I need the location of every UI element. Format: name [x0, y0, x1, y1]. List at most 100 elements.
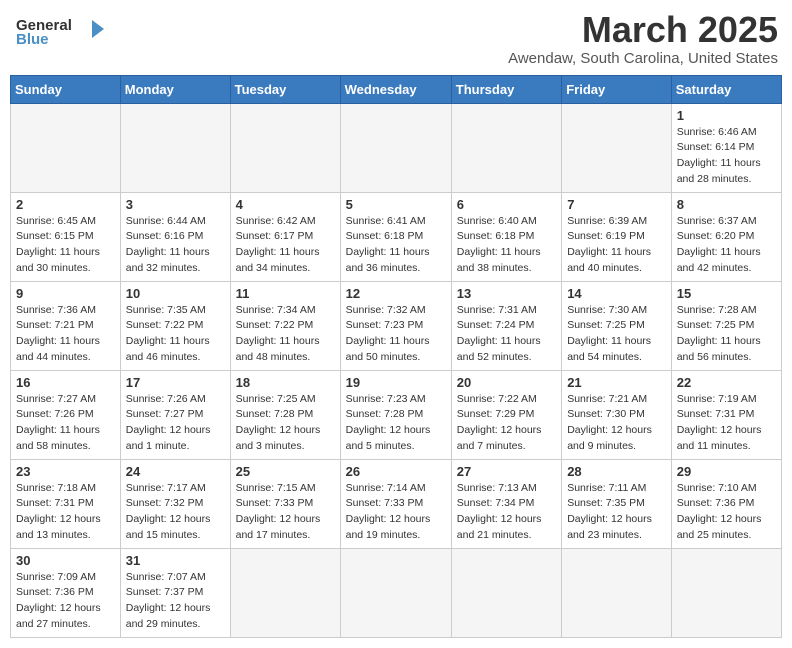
- day-info: Sunrise: 7:25 AMSunset: 7:28 PMDaylight:…: [236, 392, 335, 455]
- weekday-header-monday: Monday: [120, 75, 230, 103]
- day-info: Sunrise: 7:13 AMSunset: 7:34 PMDaylight:…: [457, 481, 556, 544]
- calendar-cell: 13Sunrise: 7:31 AMSunset: 7:24 PMDayligh…: [451, 281, 561, 370]
- day-number: 29: [677, 464, 776, 479]
- calendar-cell: 6Sunrise: 6:40 AMSunset: 6:18 PMDaylight…: [451, 192, 561, 281]
- calendar-cell: [340, 103, 451, 192]
- day-number: 5: [346, 197, 446, 212]
- day-info: Sunrise: 7:26 AMSunset: 7:27 PMDaylight:…: [126, 392, 225, 455]
- calendar-cell: [451, 103, 561, 192]
- day-info: Sunrise: 7:28 AMSunset: 7:25 PMDaylight:…: [677, 303, 776, 366]
- weekday-header-tuesday: Tuesday: [230, 75, 340, 103]
- logo: General Blue: [14, 10, 104, 48]
- calendar-cell: [230, 103, 340, 192]
- weekday-header-wednesday: Wednesday: [340, 75, 451, 103]
- day-info: Sunrise: 7:17 AMSunset: 7:32 PMDaylight:…: [126, 481, 225, 544]
- calendar-cell: 16Sunrise: 7:27 AMSunset: 7:26 PMDayligh…: [11, 370, 121, 459]
- day-number: 24: [126, 464, 225, 479]
- calendar-week-row: 2Sunrise: 6:45 AMSunset: 6:15 PMDaylight…: [11, 192, 782, 281]
- day-number: 11: [236, 286, 335, 301]
- calendar-week-row: 30 Sunrise: 7:09 AMSunset: 7:36 PMDayligh…: [11, 548, 782, 637]
- title-block: March 2025 Awendaw, South Carolina, Unit…: [508, 10, 778, 67]
- calendar-cell: 20 Sunrise: 7:22 AMSunset: 7:29 PMDayligh…: [451, 370, 561, 459]
- day-number: 26: [346, 464, 446, 479]
- location-title: Awendaw, South Carolina, United States: [508, 50, 778, 67]
- calendar-cell: 7Sunrise: 6:39 AMSunset: 6:19 PMDaylight…: [562, 192, 672, 281]
- calendar-cell: [120, 103, 230, 192]
- day-info: Sunrise: 7:30 AMSunset: 7:25 PMDaylight:…: [567, 303, 666, 366]
- day-info: Sunrise: 6:42 AMSunset: 6:17 PMDaylight:…: [236, 214, 335, 277]
- day-number: 4: [236, 197, 335, 212]
- weekday-header-thursday: Thursday: [451, 75, 561, 103]
- day-number: 23: [16, 464, 115, 479]
- day-info: Sunrise: 7:11 AMSunset: 7:35 PMDaylight:…: [567, 481, 666, 544]
- day-info: Sunrise: 7:15 AMSunset: 7:33 PMDaylight:…: [236, 481, 335, 544]
- calendar-cell: [671, 548, 781, 637]
- calendar-week-row: 1Sunrise: 6:46 AMSunset: 6:14 PMDaylight…: [11, 103, 782, 192]
- calendar-cell: 15Sunrise: 7:28 AMSunset: 7:25 PMDayligh…: [671, 281, 781, 370]
- day-number: 8: [677, 197, 776, 212]
- calendar-cell: [562, 548, 672, 637]
- calendar-week-row: 16Sunrise: 7:27 AMSunset: 7:26 PMDayligh…: [11, 370, 782, 459]
- calendar-cell: 28 Sunrise: 7:11 AMSunset: 7:35 PMDayligh…: [562, 459, 672, 548]
- calendar-cell: 23 Sunrise: 7:18 AMSunset: 7:31 PMDayligh…: [11, 459, 121, 548]
- calendar-cell: 17 Sunrise: 7:26 AMSunset: 7:27 PMDayligh…: [120, 370, 230, 459]
- weekday-header-saturday: Saturday: [671, 75, 781, 103]
- day-info: Sunrise: 6:41 AMSunset: 6:18 PMDaylight:…: [346, 214, 446, 277]
- weekday-header-sunday: Sunday: [11, 75, 121, 103]
- calendar-cell: 19Sunrise: 7:23 AMSunset: 7:28 PMDayligh…: [340, 370, 451, 459]
- calendar-cell: [451, 548, 561, 637]
- day-info: Sunrise: 7:18 AMSunset: 7:31 PMDaylight:…: [16, 481, 115, 544]
- calendar-week-row: 23 Sunrise: 7:18 AMSunset: 7:31 PMDayligh…: [11, 459, 782, 548]
- day-number: 9: [16, 286, 115, 301]
- calendar-cell: 26 Sunrise: 7:14 AMSunset: 7:33 PMDayligh…: [340, 459, 451, 548]
- calendar-week-row: 9 Sunrise: 7:36 AMSunset: 7:21 PMDaylight…: [11, 281, 782, 370]
- generalblue-logo: General Blue: [14, 10, 104, 48]
- day-info: Sunrise: 7:36 AMSunset: 7:21 PMDaylight:…: [16, 303, 115, 366]
- calendar-cell: 21Sunrise: 7:21 AMSunset: 7:30 PMDayligh…: [562, 370, 672, 459]
- day-info: Sunrise: 7:23 AMSunset: 7:28 PMDaylight:…: [346, 392, 446, 455]
- calendar-cell: 11 Sunrise: 7:34 AMSunset: 7:22 PMDayligh…: [230, 281, 340, 370]
- calendar-cell: 4 Sunrise: 6:42 AMSunset: 6:17 PMDaylight…: [230, 192, 340, 281]
- page-header: General Blue March 2025 Awendaw, South C…: [10, 10, 782, 67]
- day-number: 12: [346, 286, 446, 301]
- day-number: 31: [126, 553, 225, 568]
- day-number: 18: [236, 375, 335, 390]
- calendar-cell: 22Sunrise: 7:19 AMSunset: 7:31 PMDayligh…: [671, 370, 781, 459]
- day-info: Sunrise: 6:46 AMSunset: 6:14 PMDaylight:…: [677, 125, 776, 188]
- day-info: Sunrise: 6:39 AMSunset: 6:19 PMDaylight:…: [567, 214, 666, 277]
- day-info: Sunrise: 7:21 AMSunset: 7:30 PMDaylight:…: [567, 392, 666, 455]
- day-info: Sunrise: 7:34 AMSunset: 7:22 PMDaylight:…: [236, 303, 335, 366]
- calendar-cell: [230, 548, 340, 637]
- calendar-cell: 5 Sunrise: 6:41 AMSunset: 6:18 PMDaylight…: [340, 192, 451, 281]
- calendar-cell: 29 Sunrise: 7:10 AMSunset: 7:36 PMDayligh…: [671, 459, 781, 548]
- day-info: Sunrise: 7:09 AMSunset: 7:36 PMDaylight:…: [16, 570, 115, 633]
- calendar-cell: 18 Sunrise: 7:25 AMSunset: 7:28 PMDayligh…: [230, 370, 340, 459]
- calendar-cell: 8 Sunrise: 6:37 AMSunset: 6:20 PMDaylight…: [671, 192, 781, 281]
- day-number: 17: [126, 375, 225, 390]
- day-info: Sunrise: 7:14 AMSunset: 7:33 PMDaylight:…: [346, 481, 446, 544]
- calendar-cell: 27 Sunrise: 7:13 AMSunset: 7:34 PMDayligh…: [451, 459, 561, 548]
- day-number: 2: [16, 197, 115, 212]
- calendar-cell: 2Sunrise: 6:45 AMSunset: 6:15 PMDaylight…: [11, 192, 121, 281]
- calendar-cell: 30 Sunrise: 7:09 AMSunset: 7:36 PMDayligh…: [11, 548, 121, 637]
- calendar-cell: [562, 103, 672, 192]
- day-number: 14: [567, 286, 666, 301]
- day-info: Sunrise: 7:07 AMSunset: 7:37 PMDaylight:…: [126, 570, 225, 633]
- weekday-header-friday: Friday: [562, 75, 672, 103]
- weekday-header-row: SundayMondayTuesdayWednesdayThursdayFrid…: [11, 75, 782, 103]
- calendar-cell: 12Sunrise: 7:32 AMSunset: 7:23 PMDayligh…: [340, 281, 451, 370]
- calendar-cell: [11, 103, 121, 192]
- day-info: Sunrise: 6:37 AMSunset: 6:20 PMDaylight:…: [677, 214, 776, 277]
- calendar-cell: 3Sunrise: 6:44 AMSunset: 6:16 PMDaylight…: [120, 192, 230, 281]
- calendar-cell: 25Sunrise: 7:15 AMSunset: 7:33 PMDayligh…: [230, 459, 340, 548]
- calendar-cell: 9 Sunrise: 7:36 AMSunset: 7:21 PMDaylight…: [11, 281, 121, 370]
- day-info: Sunrise: 6:44 AMSunset: 6:16 PMDaylight:…: [126, 214, 225, 277]
- day-info: Sunrise: 7:10 AMSunset: 7:36 PMDaylight:…: [677, 481, 776, 544]
- day-info: Sunrise: 7:22 AMSunset: 7:29 PMDaylight:…: [457, 392, 556, 455]
- day-number: 27: [457, 464, 556, 479]
- day-number: 30: [16, 553, 115, 568]
- day-number: 28: [567, 464, 666, 479]
- day-number: 13: [457, 286, 556, 301]
- day-info: Sunrise: 7:19 AMSunset: 7:31 PMDaylight:…: [677, 392, 776, 455]
- day-number: 20: [457, 375, 556, 390]
